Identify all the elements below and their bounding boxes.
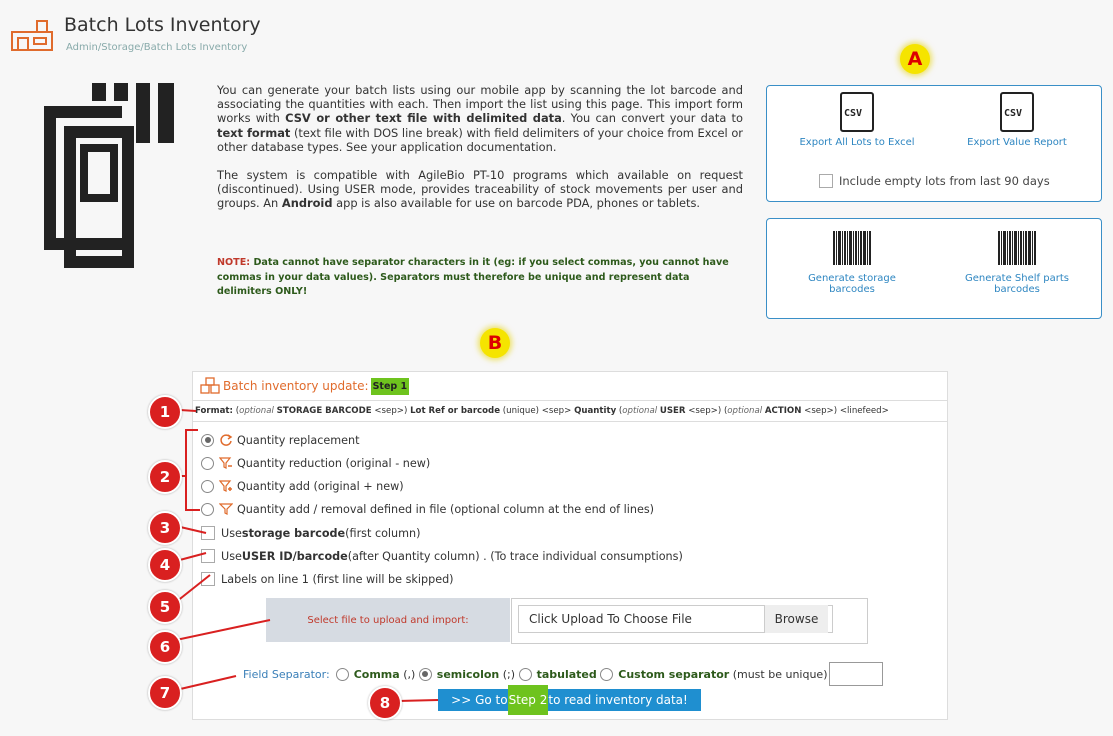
export-value-report-button[interactable]: CSV Export Value Report xyxy=(947,92,1087,148)
barcode-icon xyxy=(952,231,1082,265)
note-text: NOTE: Data cannot have separator charact… xyxy=(217,257,729,297)
format-line: Format: (optional STORAGE BARCODE <sep>)… xyxy=(193,401,947,422)
batch-inventory-panel: Batch inventory update: Step 1 Format: (… xyxy=(192,371,948,720)
csv-file-icon: CSV xyxy=(1000,92,1034,132)
export-all-lots-label: Export All Lots to Excel xyxy=(799,137,915,148)
include-empty-lots-row: Include empty lots from last 90 days xyxy=(819,174,1050,188)
radio[interactable] xyxy=(201,479,214,493)
step-1-badge: Step 1 xyxy=(370,377,410,395)
generate-shelf-barcodes-label: Generate Shelf parts barcodes xyxy=(965,273,1069,295)
annotation-marker-b: B xyxy=(480,328,510,358)
filter-minus-icon xyxy=(219,457,232,469)
radio[interactable] xyxy=(201,456,214,470)
barcode-icon xyxy=(787,231,917,265)
generate-storage-barcodes-label: Generate storage barcodes xyxy=(808,273,896,295)
annotation-number-3: 3 xyxy=(148,511,182,545)
barcode-scanner-icon xyxy=(44,83,174,268)
upload-label: Select file to upload and import: xyxy=(266,598,510,642)
panel-header: Batch inventory update: Step 1 xyxy=(193,372,947,401)
inventory-icon xyxy=(11,20,53,51)
custom-separator-input[interactable] xyxy=(829,662,884,686)
browse-button[interactable]: Browse xyxy=(764,605,828,633)
labels-line-checkbox[interactable] xyxy=(201,572,215,586)
user-id-checkbox[interactable] xyxy=(201,549,215,563)
export-value-report-label: Export Value Report xyxy=(967,137,1067,148)
option-quantity-replacement[interactable]: Quantity replacement xyxy=(201,433,360,447)
annotation-number-5: 5 xyxy=(148,590,182,624)
option-quantity-file-defined[interactable]: Quantity add / removal defined in file (… xyxy=(201,502,654,516)
separator-comma-radio[interactable] xyxy=(335,667,349,681)
storage-barcode-option[interactable]: Use storage barcode (first column) xyxy=(201,526,421,540)
go-to-step-2-button[interactable]: >> Go to Step 2 to read inventory data! xyxy=(438,685,701,715)
storage-barcode-checkbox[interactable] xyxy=(201,526,215,540)
annotation-number-6: 6 xyxy=(148,630,182,664)
option-quantity-reduction[interactable]: Quantity reduction (original - new) xyxy=(201,456,430,470)
boxes-icon xyxy=(200,377,220,394)
include-empty-lots-checkbox[interactable] xyxy=(819,174,833,188)
breadcrumb: Admin/Storage/Batch Lots Inventory xyxy=(66,42,248,53)
export-panel: CSV Export All Lots to Excel CSV Export … xyxy=(766,85,1102,202)
separator-custom-radio[interactable] xyxy=(600,667,614,681)
filter-plus-icon xyxy=(219,480,232,492)
upload-container: Click Upload To Choose File Browse xyxy=(511,598,868,644)
annotation-number-4: 4 xyxy=(148,548,182,582)
separator-semicolon-radio[interactable] xyxy=(418,667,432,681)
radio[interactable] xyxy=(201,502,214,516)
filter-icon xyxy=(219,503,233,515)
separator-tab-radio[interactable] xyxy=(518,667,532,681)
step-2-badge: Step 2 xyxy=(507,685,549,715)
export-all-lots-button[interactable]: CSV Export All Lots to Excel xyxy=(787,92,927,148)
intro-text: You can generate your batch lists using … xyxy=(217,83,743,211)
refresh-icon xyxy=(220,434,233,446)
user-id-option[interactable]: Use USER ID/barcode (after Quantity colu… xyxy=(201,549,683,563)
generate-shelf-barcodes-button[interactable]: Generate Shelf parts barcodes xyxy=(952,231,1082,295)
field-separator-label: Field Separator: xyxy=(243,667,330,681)
annotation-number-1: 1 xyxy=(148,395,182,429)
include-empty-lots-label: Include empty lots from last 90 days xyxy=(839,174,1050,188)
panel-title: Batch inventory update: xyxy=(223,379,369,393)
csv-file-icon: CSV xyxy=(840,92,874,132)
annotation-number-7: 7 xyxy=(148,676,182,710)
annotation-marker-a: A xyxy=(900,44,930,74)
field-separator-row: Field Separator: Comma (,) semicolon (;)… xyxy=(243,662,884,686)
option-quantity-add[interactable]: Quantity add (original + new) xyxy=(201,479,404,493)
barcode-panel: Generate storage barcodes Generate Shelf… xyxy=(766,218,1102,319)
radio-selected[interactable] xyxy=(201,433,214,447)
annotation-number-2: 2 xyxy=(148,460,182,494)
page-title: Batch Lots Inventory xyxy=(64,14,261,36)
labels-line-option[interactable]: Labels on line 1 (first line will be ski… xyxy=(201,572,454,586)
generate-storage-barcodes-button[interactable]: Generate storage barcodes xyxy=(787,231,917,295)
annotation-number-8: 8 xyxy=(368,686,402,720)
